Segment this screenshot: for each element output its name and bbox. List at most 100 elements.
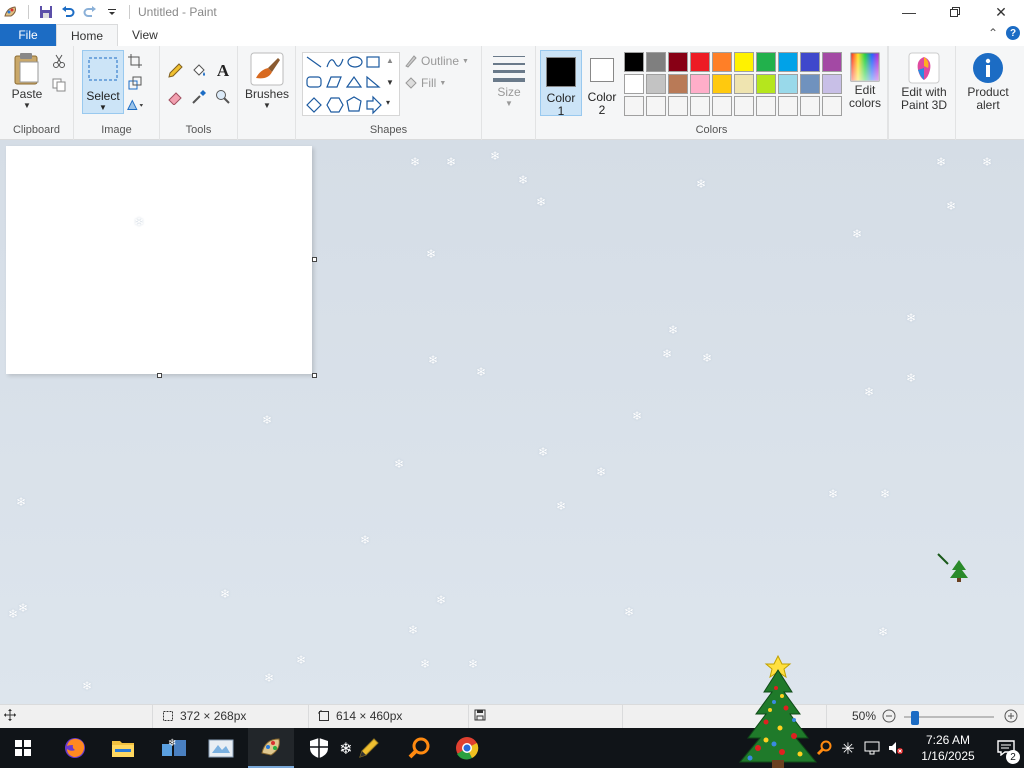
palette-swatch[interactable] xyxy=(712,52,732,72)
palette-swatch[interactable] xyxy=(646,96,666,116)
palette-swatch[interactable] xyxy=(646,74,666,94)
paint-app-icon[interactable] xyxy=(2,3,20,21)
palette-swatch[interactable] xyxy=(690,74,710,94)
cut-icon[interactable] xyxy=(50,52,68,70)
palette-swatch[interactable] xyxy=(734,52,754,72)
help-icon[interactable]: ? xyxy=(1006,26,1020,40)
palette-swatch[interactable] xyxy=(756,74,776,94)
brushes-dropdown-icon[interactable]: ▼ xyxy=(263,101,271,110)
paint3d-label: Edit with Paint 3D xyxy=(900,85,948,112)
palette-swatch[interactable] xyxy=(624,96,644,116)
restore-button[interactable] xyxy=(932,0,978,24)
palette-swatch[interactable] xyxy=(712,96,732,116)
fill-button[interactable]: Fill ▼ xyxy=(404,76,446,90)
taskbar-snow-app[interactable]: ❄ xyxy=(152,728,198,768)
taskbar-search-app[interactable] xyxy=(396,728,442,768)
tab-home[interactable]: Home xyxy=(56,24,119,46)
palette-swatch[interactable] xyxy=(668,74,688,94)
palette-swatch[interactable] xyxy=(756,96,776,116)
taskbar: ❄ ❄ ✳ 7:26 AM 1/16/2025 2 xyxy=(0,728,1024,768)
start-button[interactable] xyxy=(0,728,46,768)
palette-swatch[interactable] xyxy=(668,52,688,72)
tray-snowflake-icon[interactable]: ✳ xyxy=(836,739,860,758)
palette-swatch[interactable] xyxy=(778,52,798,72)
crop-icon[interactable] xyxy=(126,52,144,70)
color1-button[interactable]: Color 1 xyxy=(540,50,582,118)
rotate-icon[interactable] xyxy=(126,96,144,114)
canvas-resize-handle-right[interactable] xyxy=(312,257,317,262)
eraser-icon[interactable] xyxy=(166,88,184,106)
customize-qat-icon[interactable] xyxy=(103,3,121,21)
palette-swatch[interactable] xyxy=(646,52,666,72)
canvas-resize-handle-bottom[interactable] xyxy=(157,373,162,378)
edit-colors-button[interactable]: Edit colors xyxy=(846,52,884,110)
undo-icon[interactable] xyxy=(59,3,77,21)
taskbar-firefox[interactable] xyxy=(52,728,98,768)
palette-swatch[interactable] xyxy=(690,52,710,72)
fill-bucket-icon[interactable] xyxy=(190,62,208,80)
palette-swatch[interactable] xyxy=(756,52,776,72)
palette-swatch[interactable] xyxy=(690,96,710,116)
taskbar-paint-classic[interactable] xyxy=(198,728,244,768)
palette-swatch[interactable] xyxy=(712,74,732,94)
shapes-scroll-up-icon[interactable]: ▲ xyxy=(386,56,394,65)
outline-button[interactable]: Outline ▼ xyxy=(404,54,469,68)
clipboard-group: Paste ▼ Clipboard xyxy=(0,46,74,140)
brushes-button[interactable]: Brushes ▼ xyxy=(244,52,290,110)
palette-swatch[interactable] xyxy=(734,74,754,94)
palette-swatch[interactable] xyxy=(822,96,842,116)
taskbar-paint[interactable] xyxy=(248,728,294,768)
drawing-canvas[interactable] xyxy=(6,146,312,374)
palette-swatch[interactable] xyxy=(734,96,754,116)
canvas-workspace[interactable]: ❄ ❄ ❄ ❄ ❄ ❄ ❄ ❄ ❄ ❄ ❄ ❄ ❄ ❄ ❄ ❄ ❄ ❄ ❄ ❄ ❄ ❄ ❄ ❄ ❄ ❄ ❄ ❄ ❄ ❄ ❄ ❄ ❄ ❄ ❄ ❄ ❄ ❄ ❄ ❄… xyxy=(0,140,1024,704)
select-button[interactable]: Select ▼ xyxy=(82,50,124,114)
canvas-resize-handle-corner[interactable] xyxy=(312,373,317,378)
pencil-icon[interactable] xyxy=(166,62,184,80)
redo-icon[interactable] xyxy=(81,3,99,21)
text-tool-icon[interactable]: A xyxy=(214,61,232,80)
palette-swatch[interactable] xyxy=(800,96,820,116)
snowflake-icon: ❄ xyxy=(982,155,993,169)
zoom-slider-thumb[interactable] xyxy=(911,711,920,725)
palette-swatch[interactable] xyxy=(822,74,842,94)
palette-swatch[interactable] xyxy=(778,74,798,94)
palette-swatch[interactable] xyxy=(624,52,644,72)
palette-swatch[interactable] xyxy=(822,52,842,72)
color-picker-icon[interactable] xyxy=(190,88,208,106)
resize-icon[interactable] xyxy=(126,74,144,92)
network-icon[interactable] xyxy=(860,741,884,755)
paste-dropdown-icon[interactable]: ▼ xyxy=(23,101,31,110)
color2-button[interactable]: Color 2 xyxy=(584,50,624,117)
save-icon[interactable] xyxy=(37,3,55,21)
taskbar-chrome[interactable] xyxy=(444,728,490,768)
shapes-expand-icon[interactable]: ▾ xyxy=(386,98,390,107)
shapes-gallery-icons[interactable] xyxy=(303,53,399,115)
palette-swatch[interactable] xyxy=(800,52,820,72)
volume-muted-icon[interactable] xyxy=(884,741,908,755)
palette-swatch[interactable] xyxy=(624,74,644,94)
palette-swatch[interactable] xyxy=(668,96,688,116)
taskbar-file-explorer[interactable] xyxy=(100,728,146,768)
zoom-out-button[interactable] xyxy=(882,709,896,723)
shapes-scroll-down-icon[interactable]: ▼ xyxy=(386,78,394,87)
magnifier-icon[interactable] xyxy=(214,88,232,106)
zoom-in-button[interactable] xyxy=(1004,709,1018,723)
brushes-group: Brushes ▼ xyxy=(238,46,296,140)
minimize-button[interactable]: — xyxy=(886,0,932,24)
outline-dropdown-icon: ▼ xyxy=(462,57,469,65)
taskbar-pencil-app[interactable] xyxy=(346,728,392,768)
palette-swatch[interactable] xyxy=(778,96,798,116)
size-button[interactable]: Size ▼ xyxy=(490,54,528,108)
paste-button[interactable]: Paste ▼ xyxy=(8,52,46,110)
clock[interactable]: 7:26 AM 1/16/2025 xyxy=(908,732,988,764)
edit-with-paint3d-button[interactable]: Edit with Paint 3D xyxy=(893,52,955,112)
collapse-ribbon-icon[interactable]: ⌃ xyxy=(988,26,998,40)
tab-view[interactable]: View xyxy=(118,24,172,46)
select-dropdown-icon[interactable]: ▼ xyxy=(99,103,107,112)
palette-swatch[interactable] xyxy=(800,74,820,94)
close-button[interactable]: ✕ xyxy=(978,0,1024,24)
tab-file[interactable]: File xyxy=(0,24,56,46)
notifications-button[interactable]: 2 xyxy=(988,740,1024,764)
product-alert-button[interactable]: Product alert xyxy=(958,52,1018,112)
copy-icon[interactable] xyxy=(50,76,68,94)
